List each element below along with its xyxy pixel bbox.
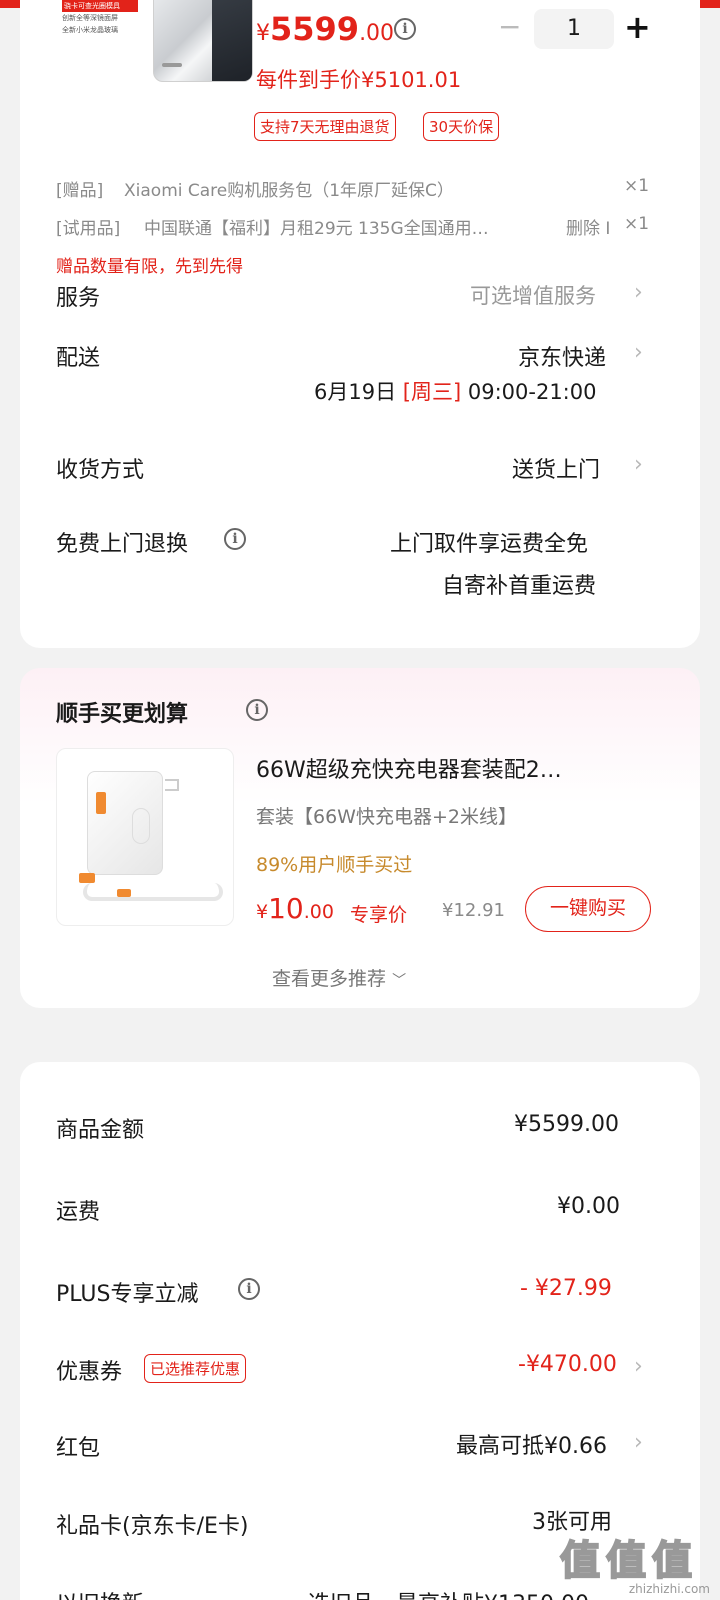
return-info-icon[interactable]: i xyxy=(224,528,246,550)
coupon-badge: 已选推荐优惠 xyxy=(144,1354,247,1383)
promo-text-1: 骁卡可查光圈模具 xyxy=(62,0,138,12)
giftcard-label: 礼品卡(京东卡/E卡) xyxy=(56,1514,249,1539)
tradein-label: 以旧换新 xyxy=(56,1586,144,1600)
delivery-weekday: [周三] xyxy=(402,380,462,404)
recommend-title: 顺手买更划算 xyxy=(56,696,188,728)
rec-item-spec: 套装【66W快充电器+2米线】 xyxy=(256,806,517,828)
rec-price-tag: 专享价 xyxy=(350,904,408,926)
service-label: 服务 xyxy=(56,286,101,311)
qty-plus-button[interactable]: + xyxy=(624,8,651,46)
rec-orig-price: ¥12.91 xyxy=(442,900,505,921)
redpacket-label: 红包 xyxy=(56,1436,101,1461)
plus-info-icon[interactable]: i xyxy=(238,1278,260,1300)
delivery-chevron-icon: › xyxy=(634,340,643,365)
trial-type: [试用品] xyxy=(56,219,121,239)
order-card: 骁卡可查光圈模具 创新全等深镜面屏 全新小米龙晶玻璃 ¥5599.00 i − … xyxy=(20,0,700,648)
gift-notice: 赠品数量有限，先到先得 xyxy=(56,257,243,277)
receive-value: 送货上门 xyxy=(512,458,601,483)
rec-price-symbol: ¥ xyxy=(256,901,269,923)
trial-name[interactable]: 中国联通【福利】月租29元 135G全国通用… xyxy=(144,214,489,239)
delivery-date: 6月19日 xyxy=(314,380,397,404)
qty-input[interactable]: 1 xyxy=(534,9,614,49)
trial-qty: ×1 xyxy=(624,214,650,234)
more-recommend-label: 查看更多推荐 xyxy=(272,968,387,990)
redpacket-value: 最高可抵¥0.66 xyxy=(456,1434,607,1459)
rec-item-price: ¥10.00 xyxy=(256,892,334,925)
plus-discount-value: - ¥27.99 xyxy=(520,1276,612,1301)
recommend-title-text: 顺手买更划算 xyxy=(56,702,189,727)
return-service-value-2: 自寄补首重运费 xyxy=(442,574,597,599)
recommend-info-icon[interactable]: i xyxy=(246,699,268,721)
plus-discount-label: PLUS专享立减 xyxy=(56,1282,199,1307)
receive-chevron-icon: › xyxy=(634,452,643,477)
delivery-hours: 09:00-21:00 xyxy=(467,380,597,404)
rec-price-integer: 10 xyxy=(268,892,304,925)
rec-item-title[interactable]: 66W超级充快充电器套装配2… xyxy=(256,752,562,784)
tradein-value: 选旧品，最高补贴¥1350.00 xyxy=(308,1586,589,1600)
shipping-label: 运费 xyxy=(56,1200,101,1225)
price-decimal: .00 xyxy=(359,21,395,46)
coupon-chevron-icon: › xyxy=(634,1354,643,1379)
product-promo-banner: 骁卡可查光圈模具 创新全等深镜面屏 全新小米龙晶玻璃 xyxy=(58,0,142,60)
promo-text-2: 创新全等深镜面屏 xyxy=(62,14,118,22)
delivery-time: 6月19日 [周三] 09:00-21:00 xyxy=(314,376,596,406)
coupon-label: 优惠券 xyxy=(56,1360,123,1385)
charger-image[interactable] xyxy=(56,748,234,926)
watermark: 值 值 值 zhizhizhi.com xyxy=(559,1528,710,1596)
trial-delete-button[interactable]: 删除 I xyxy=(566,214,610,239)
service-chevron-icon: › xyxy=(634,280,643,305)
rec-item-stat: 89%用户顺手买过 xyxy=(256,854,413,876)
redpacket-chevron-icon: › xyxy=(634,1430,643,1455)
chevron-down-icon: ﹀ xyxy=(392,973,407,989)
gift-type: [赠品] xyxy=(56,181,104,201)
coupon-value: -¥470.00 xyxy=(518,1352,617,1377)
product-price: ¥5599.00 xyxy=(256,10,394,48)
delivery-label: 配送 xyxy=(56,346,101,371)
more-recommend-link[interactable]: 查看更多推荐 ﹀ xyxy=(272,964,406,991)
price-protect-tag: 30天价保 xyxy=(423,112,500,141)
charger-icon xyxy=(87,771,163,875)
qty-minus-button[interactable]: − xyxy=(498,10,521,43)
price-symbol: ¥ xyxy=(256,21,270,46)
phone-icon xyxy=(153,0,253,82)
price-integer: 5599 xyxy=(270,10,360,48)
final-price: 每件到手价¥5101.01 xyxy=(256,68,462,92)
return-service-label: 免费上门退换 xyxy=(56,532,189,557)
gift-qty: ×1 xyxy=(624,176,650,196)
delivery-value: 京东快递 xyxy=(518,346,607,371)
shipping-value: ¥0.00 xyxy=(557,1194,620,1219)
watermark-glyph-3: 值 xyxy=(651,1537,693,1585)
promo-text-3: 全新小米龙晶玻璃 xyxy=(62,26,118,34)
service-value: 可选增值服务 xyxy=(470,284,596,308)
buy-now-button[interactable]: 一键购买 xyxy=(525,886,651,932)
goods-amount-label: 商品金额 xyxy=(56,1118,145,1143)
price-info-icon[interactable]: i xyxy=(394,18,416,40)
product-image[interactable]: 骁卡可查光圈模具 创新全等深镜面屏 全新小米龙晶玻璃 xyxy=(58,0,258,100)
goods-amount-value: ¥5599.00 xyxy=(514,1112,619,1137)
qty-value: 1 xyxy=(567,16,581,41)
return-service-value-1: 上门取件享运费全免 xyxy=(390,532,589,557)
receive-label: 收货方式 xyxy=(56,458,145,483)
summary-card: 商品金额 ¥5599.00 运费 ¥0.00 PLUS专享立减 i - ¥27.… xyxy=(20,1062,700,1600)
watermark-glyph-2: 值 xyxy=(605,1537,647,1585)
watermark-glyph-1: 值 xyxy=(559,1537,601,1585)
recommend-card: 顺手买更划算 i 66W超级充快充电器套装配2… 套装【66W快充电器+2米线】… xyxy=(20,668,700,1008)
rec-price-decimal: .00 xyxy=(303,901,334,923)
return-policy-tag: 支持7天无理由退货 xyxy=(254,112,396,141)
gift-name[interactable]: Xiaomi Care购机服务包（1年原厂延保C） xyxy=(124,176,454,201)
buy-now-label: 一键购买 xyxy=(549,897,626,919)
